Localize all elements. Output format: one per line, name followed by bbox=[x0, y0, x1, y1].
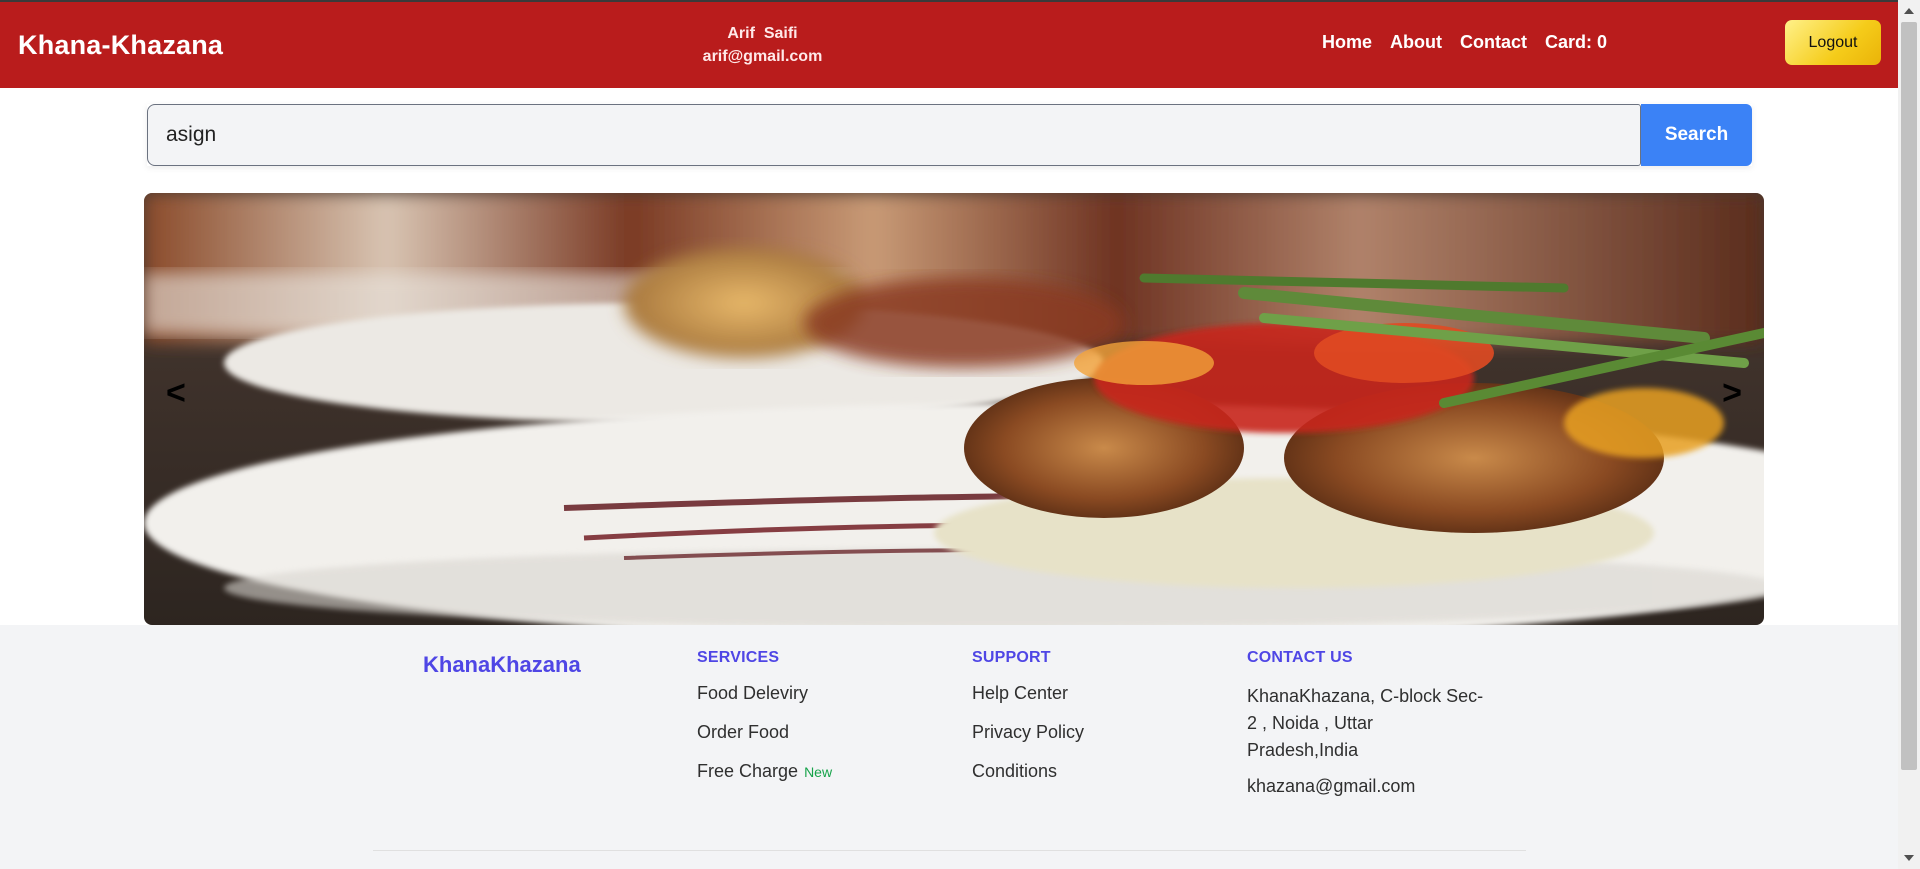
navbar: Khana-Khazana Arif Saifi arif@gmail.com … bbox=[0, 2, 1898, 88]
footer-support: Support Help Center Privacy Policy Condi… bbox=[972, 649, 1084, 800]
nav-links: Home About Contact Card: 0 bbox=[1322, 32, 1607, 53]
nav-home[interactable]: Home bbox=[1322, 32, 1372, 53]
user-info: Arif Saifi arif@gmail.com bbox=[690, 22, 835, 68]
search-input[interactable] bbox=[147, 104, 1641, 166]
search-button[interactable]: Search bbox=[1641, 104, 1752, 166]
nav-contact[interactable]: Contact bbox=[1460, 32, 1527, 53]
footer-support-heading: Support bbox=[972, 649, 1051, 666]
chevron-right-icon: > bbox=[1722, 374, 1742, 412]
footer-link-privacy-policy[interactable]: Privacy Policy bbox=[972, 722, 1084, 743]
footer: KhanaKhazana Services Food Deleviry Orde… bbox=[0, 625, 1898, 869]
footer-link-order-food[interactable]: Order Food bbox=[697, 722, 832, 743]
footer-divider bbox=[373, 850, 1526, 851]
footer-services: Services Food Deleviry Order Food Free C… bbox=[697, 649, 832, 800]
carousel-next-button[interactable]: > bbox=[1722, 373, 1742, 413]
nav-cart[interactable]: Card: 0 bbox=[1545, 32, 1607, 53]
site-logo[interactable]: Khana-Khazana bbox=[18, 30, 223, 61]
logout-button[interactable]: Logout bbox=[1785, 20, 1881, 65]
footer-address: KhanaKhazana, C-block Sec-2 , Noida , Ut… bbox=[1247, 686, 1484, 760]
search-bar: Search bbox=[147, 104, 1752, 166]
user-name: Arif Saifi bbox=[727, 25, 798, 42]
food-plate-image bbox=[144, 193, 1764, 625]
footer-link-free-charge[interactable]: Free Charge New bbox=[697, 761, 832, 782]
carousel-prev-button[interactable]: < bbox=[166, 373, 186, 413]
footer-link-conditions[interactable]: Conditions bbox=[972, 761, 1084, 782]
scroll-thumb[interactable] bbox=[1901, 22, 1917, 770]
user-email: arif@gmail.com bbox=[702, 48, 823, 65]
footer-contact-heading: Contact Us bbox=[1247, 649, 1353, 666]
footer-services-heading: Services bbox=[697, 649, 780, 666]
page-scrollbar[interactable] bbox=[1898, 0, 1920, 869]
new-badge: New bbox=[804, 764, 833, 780]
scroll-down-icon[interactable] bbox=[1904, 855, 1914, 861]
footer-link-help-center[interactable]: Help Center bbox=[972, 683, 1084, 704]
footer-email[interactable]: khazana@gmail.com bbox=[1247, 776, 1487, 797]
footer-brand[interactable]: KhanaKhazana bbox=[423, 652, 581, 678]
nav-about[interactable]: About bbox=[1390, 32, 1442, 53]
footer-link-food-delivery[interactable]: Food Deleviry bbox=[697, 683, 832, 704]
chevron-left-icon: < bbox=[166, 374, 186, 412]
scroll-up-icon[interactable] bbox=[1904, 8, 1914, 14]
hero-carousel: < > bbox=[144, 193, 1764, 625]
footer-link-free-charge-label: Free Charge bbox=[697, 761, 799, 781]
footer-contact: Contact Us KhanaKhazana, C-block Sec-2 ,… bbox=[1247, 649, 1487, 815]
